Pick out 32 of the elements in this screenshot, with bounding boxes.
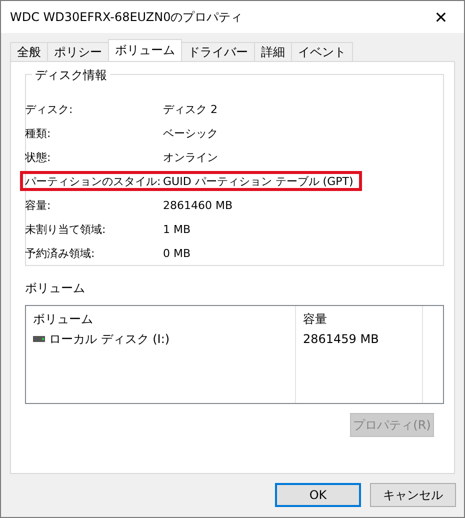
tab[interactable]: ポリシー [47,42,109,61]
property-label: 容量: [25,198,52,212]
drive-icon [33,336,45,342]
tab[interactable]: 詳細 [254,42,292,61]
volume-name-cell[interactable]: ローカル ディスク (I:) [26,328,296,350]
property-label: パーティションのスタイル: [25,174,162,188]
property-value: ベーシック [163,126,218,140]
window-title: WDC WD30EFRX-68EUZN0のプロパティ [10,8,243,26]
section-title: ボリューム [25,280,86,297]
tab[interactable]: 全般 [10,42,48,61]
close-button[interactable]: ✕ [418,1,464,33]
dialog-button[interactable]: OK [275,483,361,507]
column-header[interactable]: 容量 [296,306,423,328]
tab[interactable]: ドライバー [181,42,255,61]
dialog-button[interactable]: キャンセル [370,483,456,507]
tab[interactable]: ボリューム [108,39,182,61]
tab[interactable]: イベント [291,42,353,61]
property-label: 未割り当て領域: [25,222,107,236]
property-value: ディスク 2 [163,102,218,116]
property-value: 2861460 MB [163,198,233,212]
capacity-cell: 2861459 MB [296,328,423,350]
group-title: ディスク情報 [32,67,110,84]
volume-name: ローカル ディスク (I:) [49,330,170,348]
property-value: 0 MB [163,246,191,260]
property-label: 種類: [25,126,52,140]
property-label: ディスク: [25,102,74,116]
property-label: 状態: [25,150,52,164]
property-label: 予約済み領域: [25,246,96,260]
property-value: オンライン [163,150,218,164]
column-header[interactable]: ボリューム [26,306,296,328]
property-value: 1 MB [163,222,191,236]
property-value: GUID パーティション テーブル (GPT) [163,174,354,188]
